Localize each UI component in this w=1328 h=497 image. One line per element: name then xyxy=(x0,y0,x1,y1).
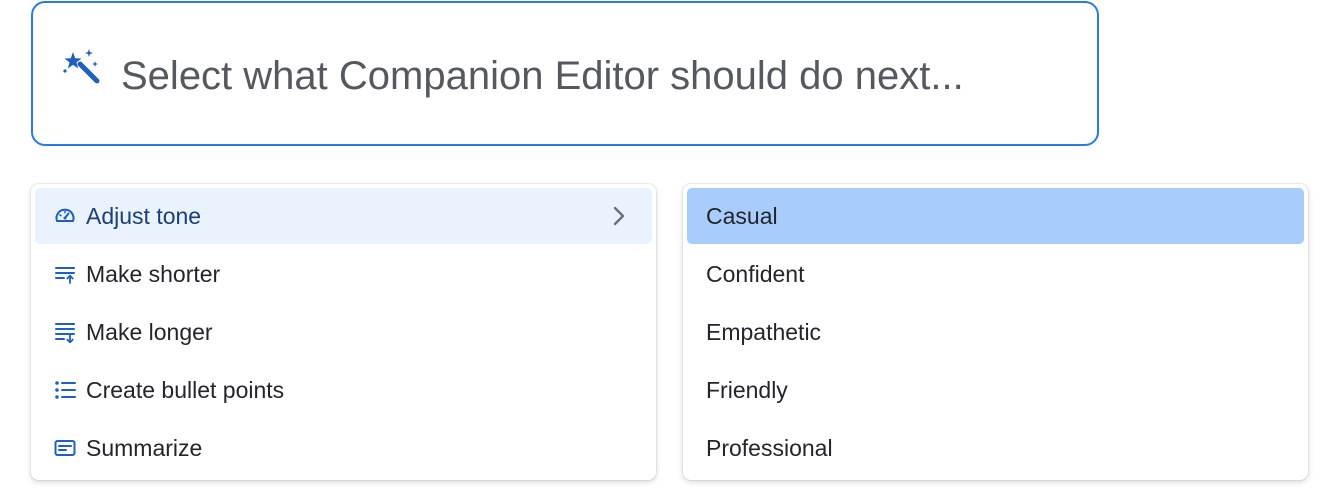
menu-item-make-longer[interactable]: Make longer xyxy=(35,304,652,360)
tone-submenu: Casual Confident Empathetic Friendly Pro… xyxy=(683,184,1308,480)
tone-option-empathetic[interactable]: Empathetic xyxy=(687,304,1304,360)
text-lengthen-icon xyxy=(53,320,77,344)
tone-option-label: Confident xyxy=(706,261,805,287)
chevron-right-icon xyxy=(606,204,630,228)
tone-option-label: Casual xyxy=(706,203,778,229)
menu-item-summarize[interactable]: Summarize xyxy=(35,420,652,476)
menu-item-label: Create bullet points xyxy=(86,377,285,403)
magic-wand-icon xyxy=(61,47,103,89)
menu-item-label: Adjust tone xyxy=(86,203,202,229)
tone-option-friendly[interactable]: Friendly xyxy=(687,362,1304,418)
prompt-placeholder: Select what Companion Editor should do n… xyxy=(121,54,964,98)
actions-menu: Adjust tone Make shorter Make longer Cre… xyxy=(31,184,656,480)
menu-item-make-shorter[interactable]: Make shorter xyxy=(35,246,652,302)
tone-option-casual[interactable]: Casual xyxy=(687,188,1304,244)
text-shorten-icon xyxy=(53,262,77,286)
menu-item-label: Make shorter xyxy=(86,261,221,287)
tone-option-professional[interactable]: Professional xyxy=(687,420,1304,476)
tone-option-label: Empathetic xyxy=(706,319,822,345)
bullet-list-icon xyxy=(53,378,77,402)
tone-option-label: Professional xyxy=(706,435,833,461)
summary-card-icon xyxy=(53,436,77,460)
ai-prompt-input[interactable]: Select what Companion Editor should do n… xyxy=(31,1,1099,146)
menu-item-label: Make longer xyxy=(86,319,213,345)
menu-item-adjust-tone[interactable]: Adjust tone xyxy=(35,188,652,244)
tone-option-label: Friendly xyxy=(706,377,788,403)
menu-item-label: Summarize xyxy=(86,435,203,461)
gauge-icon xyxy=(53,204,77,228)
tone-option-confident[interactable]: Confident xyxy=(687,246,1304,302)
menu-item-create-bullet-points[interactable]: Create bullet points xyxy=(35,362,652,418)
